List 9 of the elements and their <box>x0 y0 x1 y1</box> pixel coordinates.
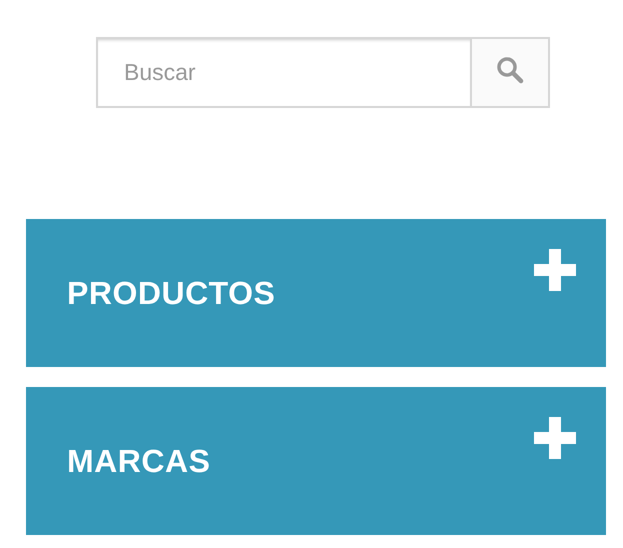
accordion-header[interactable]: MARCAS <box>26 387 606 535</box>
accordion-title: PRODUCTOS <box>67 274 276 312</box>
plus-icon <box>534 249 576 291</box>
accordion-header[interactable]: PRODUCTOS <box>26 219 606 367</box>
search-field[interactable]: Buscar <box>96 37 472 108</box>
plus-icon <box>534 417 576 459</box>
search-button[interactable] <box>472 37 550 108</box>
search-icon <box>496 56 524 84</box>
accordion-title: MARCAS <box>67 442 210 480</box>
